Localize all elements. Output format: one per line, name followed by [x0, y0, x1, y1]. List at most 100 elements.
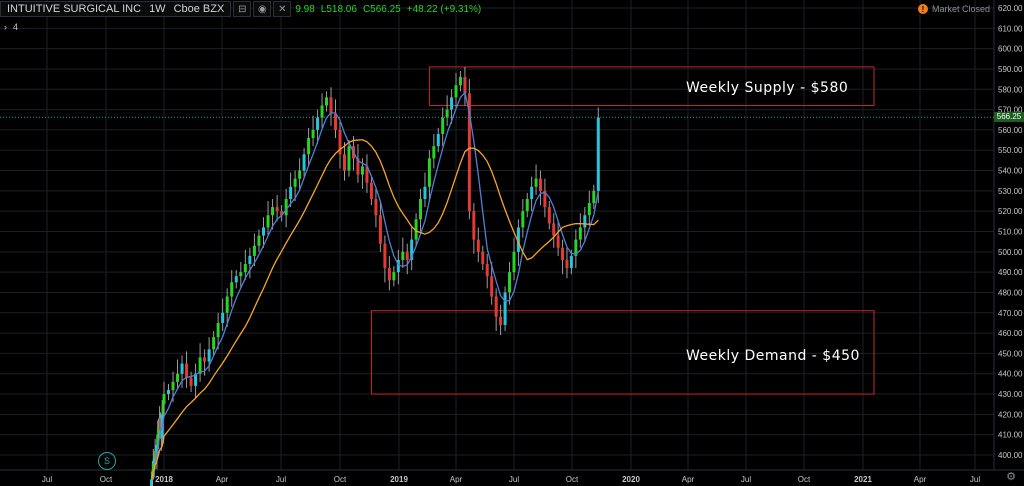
interval-label[interactable]: 1W [149, 3, 166, 15]
candle-body [405, 251, 409, 260]
candle-body [180, 363, 184, 374]
candle-body [234, 276, 238, 283]
candle-body [392, 272, 396, 281]
candle-body [293, 178, 297, 187]
candle-body [476, 239, 480, 252]
candle-body [325, 97, 329, 106]
candle-body [521, 211, 525, 228]
candle-body [401, 251, 405, 260]
candle-body [248, 255, 252, 265]
candle-body [499, 316, 503, 325]
y-tick-label: 590.00 [998, 65, 1023, 74]
candle-body [463, 77, 467, 94]
symbol-box[interactable]: INTUITIVE SURGICAL INC 1W Cboe BZX [0, 1, 232, 17]
candle-body [583, 215, 587, 228]
candle-body [556, 235, 560, 248]
y-tick-label: 540.00 [998, 167, 1023, 176]
y-tick-label: 450.00 [998, 349, 1023, 358]
candle-body [360, 166, 364, 175]
candle-body [203, 357, 207, 362]
candle-body [383, 243, 387, 269]
x-tick-label: 2019 [390, 475, 408, 484]
candle-body [284, 198, 288, 216]
x-tick-label: Apr [450, 475, 463, 484]
x-tick-label: 2020 [622, 475, 640, 484]
y-tick-label: 550.00 [998, 146, 1023, 155]
x-tick-label: Oct [798, 475, 811, 484]
candle-body [419, 198, 423, 220]
candle-body [578, 227, 582, 240]
candle-body [320, 105, 324, 118]
candle-body [547, 207, 551, 224]
y-tick-label: 610.00 [998, 24, 1023, 33]
candle-body [569, 255, 573, 269]
candle-body [252, 245, 256, 256]
compare-icon[interactable]: ⊟ [233, 1, 252, 17]
candle-body [185, 363, 189, 378]
candle-body [565, 259, 569, 269]
x-tick-label: Oct [334, 475, 347, 484]
y-tick-label: 580.00 [998, 85, 1023, 94]
candle-body [316, 117, 320, 130]
price-chart[interactable]: 400.00 410.00 420.00 430.00 440.00 450.00 460.… [0, 0, 1024, 486]
exchange-label: Cboe BZX [173, 3, 225, 15]
eye-icon[interactable]: ◉ [253, 1, 272, 17]
candle-body [189, 377, 193, 386]
candle-body [334, 113, 338, 130]
market-status: ! Market Closed [917, 4, 990, 14]
indicator-count: 4 [13, 22, 19, 32]
y-tick-label: 600.00 [998, 45, 1023, 54]
candle-body [230, 282, 234, 297]
chevron-right-icon: › [4, 22, 7, 32]
candle-body [530, 186, 534, 199]
candle-body [275, 207, 279, 212]
candle-body [538, 178, 542, 191]
y-tick-label: 520.00 [998, 207, 1023, 216]
candle-body [494, 296, 498, 317]
candle-body [289, 186, 293, 199]
candle-body [162, 394, 166, 405]
market-status-text: Market Closed [931, 4, 990, 14]
candle-body [512, 251, 516, 273]
supply-zone-label: Weekly Supply - $580 [686, 80, 849, 96]
symbol-name: INTUITIVE SURGICAL INC [7, 3, 142, 15]
open-value: 9.98 [295, 3, 315, 15]
candle-body [167, 389, 171, 395]
candle-body [298, 170, 302, 179]
candle-body [257, 235, 261, 246]
candle-body [503, 292, 507, 325]
y-tick-label: 430.00 [998, 390, 1023, 399]
candle-body [485, 264, 489, 277]
chart-background [0, 0, 1024, 486]
candle-body [225, 296, 229, 313]
candle-body [171, 381, 175, 390]
candle-body [441, 117, 445, 134]
candle-body [239, 272, 243, 277]
low-value: L518.06 [320, 3, 357, 15]
candle-body [271, 207, 275, 216]
ohlc-values: 9.98 L518.06 C566.25 +48.22 (+9.31%) [295, 4, 481, 15]
close-icon[interactable]: ✕ [273, 1, 292, 17]
candle-body [378, 215, 382, 244]
gear-icon[interactable]: ⚙ [1006, 470, 1016, 483]
y-tick-label: 530.00 [998, 187, 1023, 196]
candle-body [302, 154, 306, 171]
demand-zone-label: Weekly Demand - $450 [686, 348, 860, 364]
y-tick-label: 620.00 [998, 4, 1023, 13]
x-tick-label: Jul [276, 475, 286, 484]
candle-body [374, 198, 378, 216]
indicator-toggle[interactable]: › 4 [4, 22, 18, 32]
y-tick-label: 510.00 [998, 228, 1023, 237]
candle-body [176, 373, 180, 382]
y-tick-label: 480.00 [998, 288, 1023, 297]
x-tick-label: Jul [509, 475, 519, 484]
candle-body [450, 97, 454, 110]
candle-body [508, 272, 512, 293]
alert-icon: ! [917, 4, 928, 14]
split-event-icon[interactable]: S [98, 452, 116, 470]
candle-body [212, 337, 216, 350]
candle-body [342, 154, 346, 171]
y-tick-label: 410.00 [998, 431, 1023, 440]
y-tick-label: 470.00 [998, 309, 1023, 318]
candle-body [329, 97, 333, 114]
